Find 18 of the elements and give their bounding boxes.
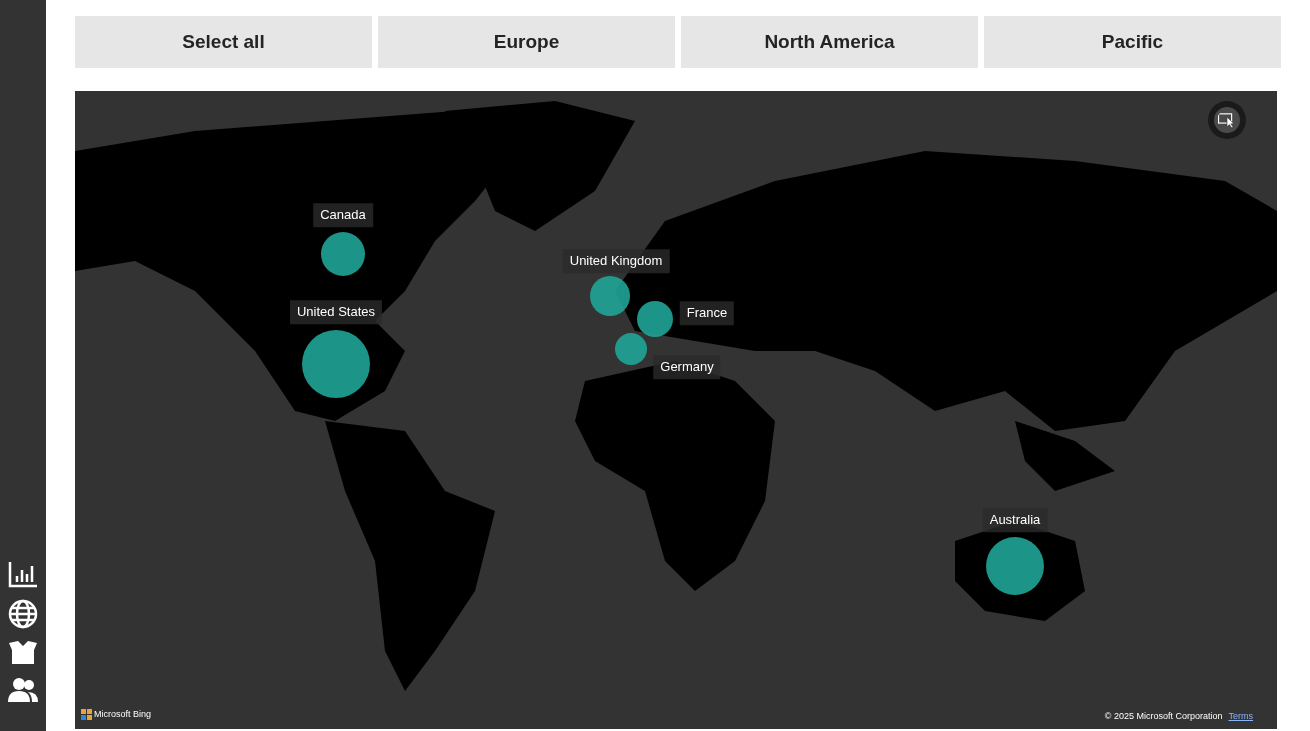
- bubble-label: France: [679, 301, 735, 325]
- bubble-label: Canada: [313, 203, 373, 227]
- cursor-screen-icon: [1214, 107, 1240, 133]
- filter-button[interactable]: North America: [681, 16, 978, 68]
- globe-icon[interactable]: [8, 599, 38, 629]
- bar-chart-icon[interactable]: [8, 560, 38, 588]
- filter-button[interactable]: Select all: [75, 16, 372, 68]
- bubble-label: United Kingdom: [562, 249, 670, 273]
- filter-button[interactable]: Pacific: [984, 16, 1281, 68]
- bubble-label: Germany: [653, 355, 721, 379]
- logo-icon: [81, 708, 92, 720]
- users-icon[interactable]: [8, 677, 38, 703]
- copyright-text: © 2025 Microsoft Corporation: [1104, 709, 1223, 723]
- bubble-label: United States: [290, 300, 382, 324]
- terms-link[interactable]: Terms: [1228, 709, 1253, 723]
- filter-button[interactable]: Europe: [378, 16, 675, 68]
- bubble-label: Australia: [982, 508, 1048, 532]
- provider-label: Microsoft Bing: [94, 707, 152, 721]
